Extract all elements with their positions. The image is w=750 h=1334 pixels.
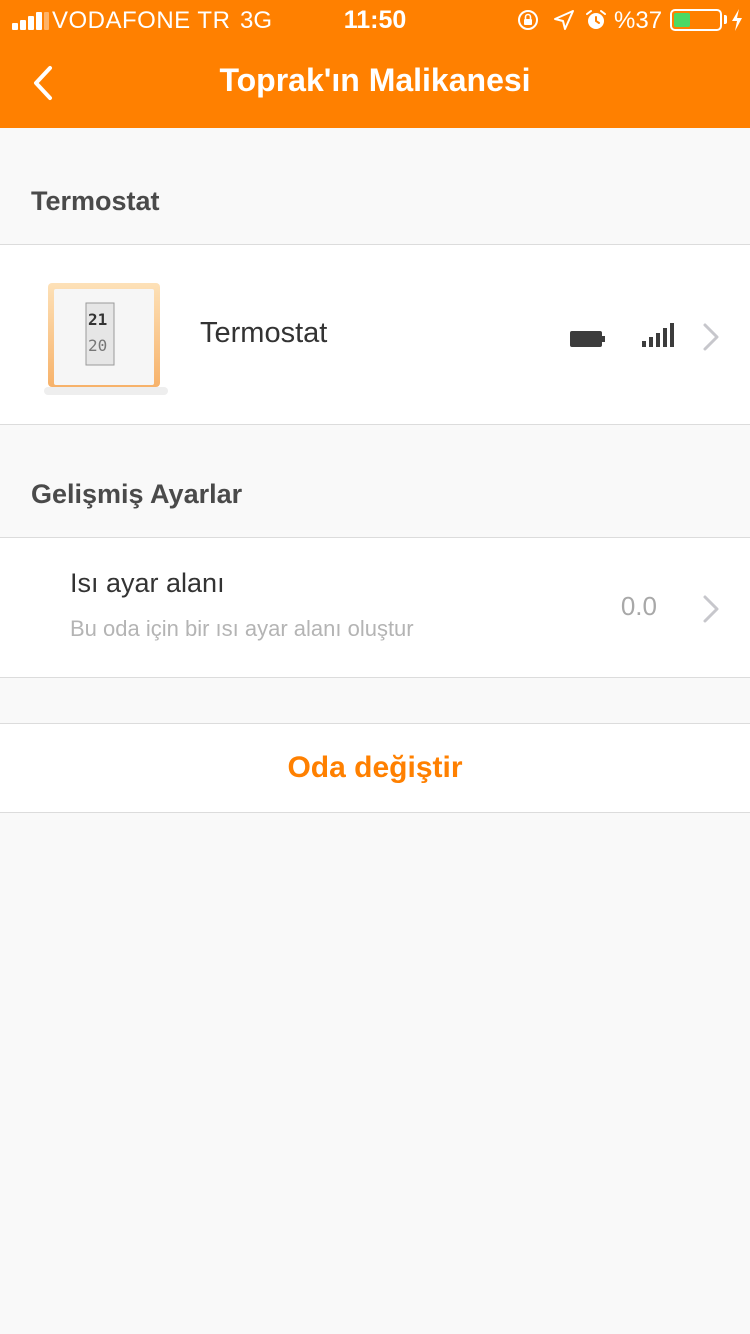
location-arrow-icon [554,10,574,30]
battery-tip [724,15,727,24]
alarm-icon [586,10,606,29]
thermostat-display-set: 20 [88,336,107,355]
heating-zone-subtitle: Bu oda için bir ısı ayar alanı oluştur [70,616,414,641]
section-header-advanced: Gelişmiş Ayarlar [31,479,243,509]
page-title: Toprak'ın Malikanesi [219,62,531,98]
battery-icon [670,9,722,31]
chevron-right-icon [703,595,719,623]
battery-icon [570,331,605,347]
signal-strength-icon [642,323,674,347]
status-bar: VODAFONE TR 3G 11:50 %37 [0,0,750,40]
chevron-right-icon [703,323,719,351]
section-header-thermostat: Termostat [31,186,160,216]
rotation-lock-icon [518,10,538,30]
battery-percent: %37 [614,7,663,34]
heating-zone-row[interactable]: Isı ayar alanı Bu oda için bir ısı ayar … [0,537,750,678]
thermostat-display-current: 21 [88,310,107,329]
device-name: Termostat [200,317,328,349]
change-room-button[interactable]: Oda değiştir [0,723,750,813]
change-room-label: Oda değiştir [287,751,463,784]
heating-zone-title: Isı ayar alanı [70,568,225,598]
charging-bolt-icon [732,9,742,31]
thermostat-device-row[interactable]: 21 20 Termostat [0,244,750,425]
heating-zone-value: 0.0 [620,591,657,621]
header-bar: VODAFONE TR 3G 11:50 %37 Toprak'ın Malik [0,0,750,128]
thermostat-image: 21 20 [44,283,168,395]
